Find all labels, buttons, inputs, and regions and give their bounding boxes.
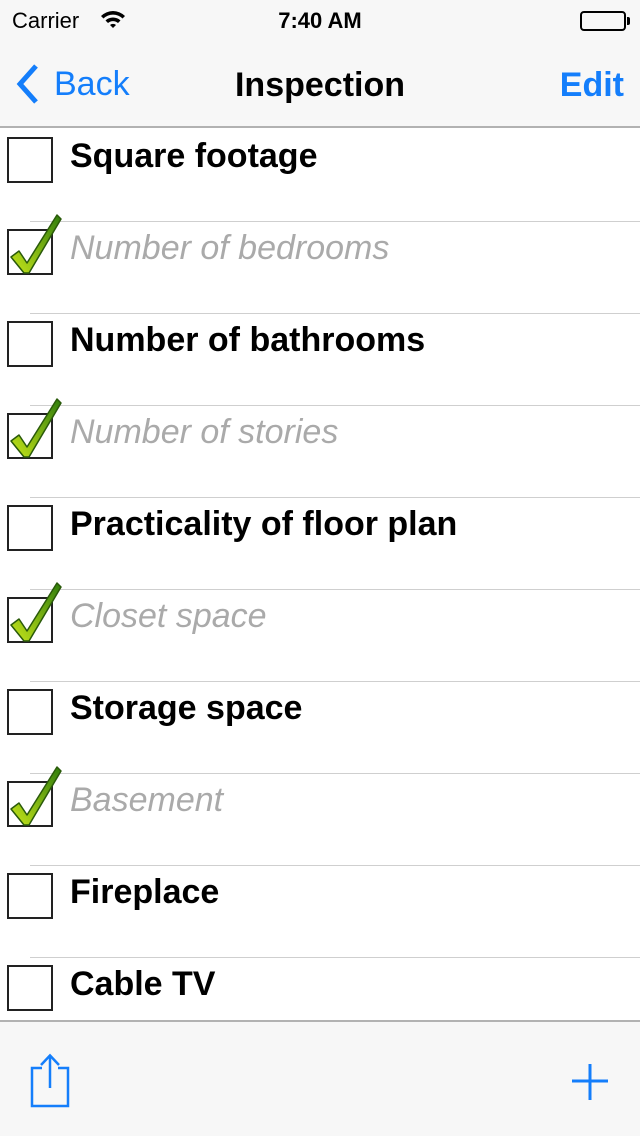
battery-icon bbox=[580, 11, 630, 31]
back-button[interactable]: Back bbox=[14, 62, 130, 106]
checkbox-unchecked[interactable] bbox=[7, 137, 53, 183]
checklist-item[interactable]: Cable TV bbox=[0, 958, 640, 1020]
checklist-item-label: Basement bbox=[70, 781, 224, 819]
checkmark-icon bbox=[10, 398, 62, 458]
checkbox-checked[interactable] bbox=[7, 766, 62, 827]
checkmark-icon bbox=[10, 214, 62, 274]
checklist-item[interactable]: Square footage bbox=[0, 130, 640, 222]
checkbox-unchecked[interactable] bbox=[7, 965, 53, 1011]
checklist-item[interactable]: Number of stories bbox=[0, 398, 640, 498]
checkbox-unchecked[interactable] bbox=[7, 873, 53, 919]
checkbox-checked[interactable] bbox=[7, 398, 62, 459]
checkmark-icon bbox=[10, 766, 62, 826]
share-button[interactable] bbox=[26, 1052, 72, 1108]
bottom-toolbar bbox=[0, 1020, 640, 1136]
checklist-item-label: Number of stories bbox=[70, 413, 339, 451]
checkbox-checked[interactable] bbox=[7, 582, 62, 643]
checklist-item[interactable]: Practicality of floor plan bbox=[0, 498, 640, 590]
status-bar: Carrier 7:40 AM bbox=[0, 0, 640, 40]
checkbox-unchecked[interactable] bbox=[7, 321, 53, 367]
checkmark-icon bbox=[10, 582, 62, 642]
plus-icon bbox=[572, 1064, 608, 1100]
checklist-item-label: Fireplace bbox=[70, 873, 220, 911]
checklist-item[interactable]: Basement bbox=[0, 766, 640, 866]
checkbox-unchecked[interactable] bbox=[7, 689, 53, 735]
checklist-item-label: Number of bathrooms bbox=[70, 321, 426, 359]
checklist-item-label: Cable TV bbox=[70, 965, 216, 1003]
checklist-item[interactable]: Closet space bbox=[0, 582, 640, 682]
add-button[interactable] bbox=[568, 1060, 612, 1104]
checklist-item-label: Square footage bbox=[70, 137, 318, 175]
checklist-item-label: Practicality of floor plan bbox=[70, 505, 458, 543]
chevron-left-icon bbox=[16, 64, 38, 104]
checklist: Square footage Number of bedrooms Number o… bbox=[0, 130, 640, 1020]
checklist-item-label: Closet space bbox=[70, 597, 267, 635]
checkbox-unchecked[interactable] bbox=[7, 505, 53, 551]
checklist-item-label: Number of bedrooms bbox=[70, 229, 390, 267]
navigation-bar: Back Inspection Edit bbox=[0, 40, 640, 128]
checklist-item[interactable]: Fireplace bbox=[0, 866, 640, 958]
checklist-item[interactable]: Storage space bbox=[0, 682, 640, 774]
checklist-item-label: Storage space bbox=[70, 689, 303, 727]
status-time: 7:40 AM bbox=[278, 8, 362, 33]
checklist-item[interactable]: Number of bathrooms bbox=[0, 314, 640, 406]
share-icon bbox=[30, 1053, 70, 1108]
back-button-label: Back bbox=[54, 64, 130, 103]
checkbox-checked[interactable] bbox=[7, 214, 62, 275]
edit-button[interactable]: Edit bbox=[560, 66, 624, 105]
checklist-item[interactable]: Number of bedrooms bbox=[0, 214, 640, 314]
